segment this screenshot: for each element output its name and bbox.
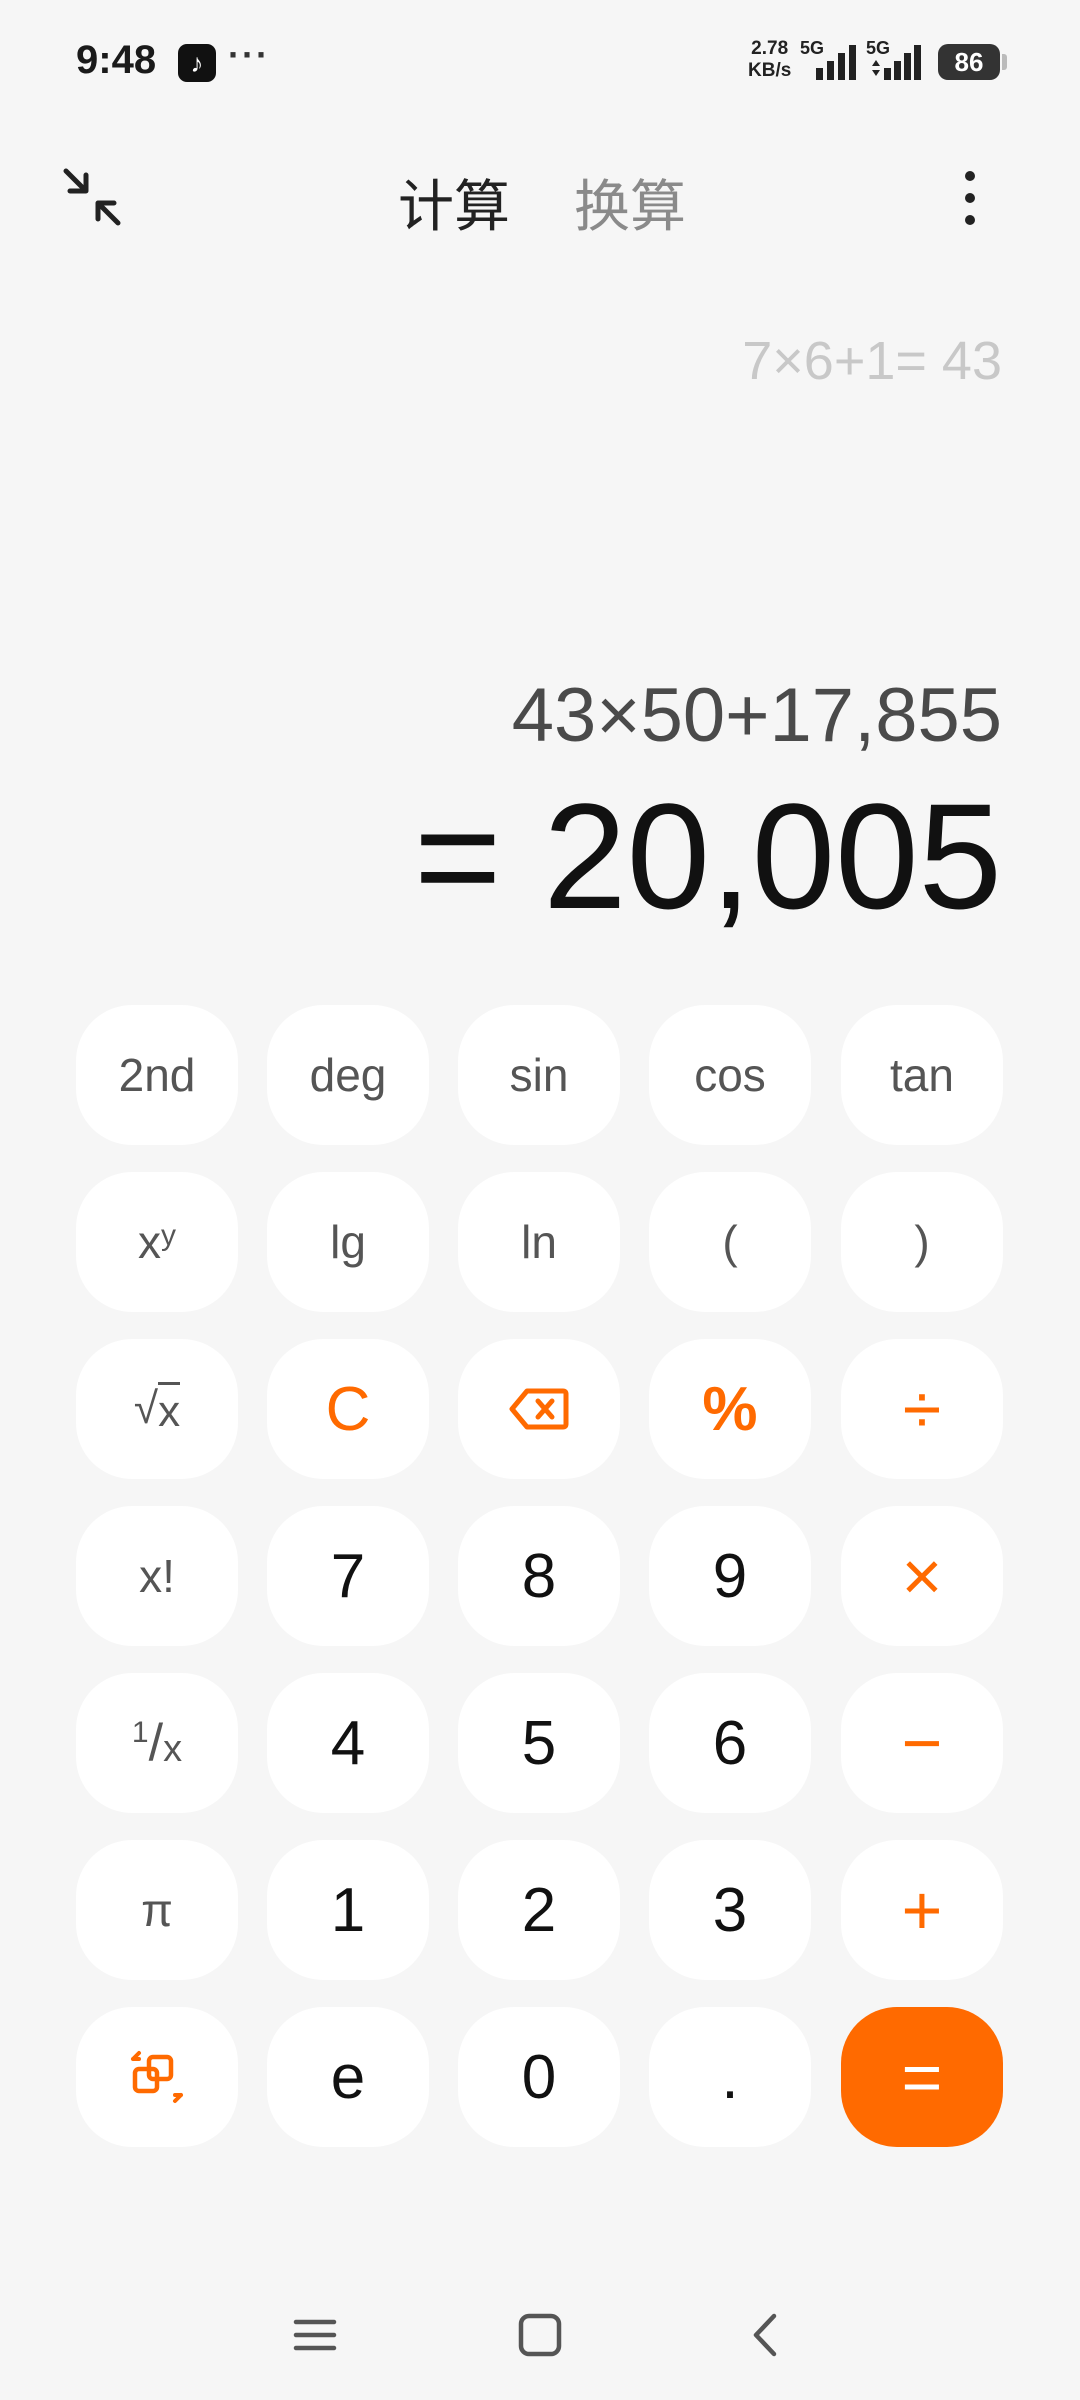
- keypad: 2nd deg sin cos tan xy lg ln ( ) √ x C % …: [76, 1005, 1004, 2147]
- key-0[interactable]: 0: [458, 2007, 620, 2147]
- status-time: 9:48: [76, 38, 157, 82]
- switch-layout-icon: [131, 2051, 183, 2103]
- back-icon[interactable]: [742, 2310, 792, 2360]
- key-left-paren[interactable]: (: [649, 1172, 811, 1312]
- battery-icon: 86: [938, 44, 1000, 80]
- key-power-exponent: y: [161, 1219, 176, 1252]
- key-tan[interactable]: tan: [841, 1005, 1003, 1145]
- key-4[interactable]: 4: [267, 1673, 429, 1813]
- network-speed-value: 2.78: [751, 38, 789, 59]
- key-reciprocal-slash: /: [148, 1714, 164, 1772]
- key-percent[interactable]: %: [649, 1339, 811, 1479]
- status-bar: 9:48 ♪ ··· 2.78 KB/s 5G 5G 86: [0, 0, 1080, 125]
- calculator-screen: 9:48 ♪ ··· 2.78 KB/s 5G 5G 86 计算 换算 7×6+…: [0, 0, 1080, 2400]
- key-sqrt-radical: √: [133, 1384, 159, 1433]
- tab-calculate[interactable]: 计算: [398, 162, 510, 243]
- key-minus[interactable]: −: [841, 1673, 1003, 1813]
- key-clear[interactable]: C: [267, 1339, 429, 1479]
- history-entry[interactable]: 7×6+1= 43: [742, 330, 1002, 392]
- result-display: = 20,005: [413, 772, 1002, 940]
- key-multiply[interactable]: ×: [841, 1506, 1003, 1646]
- key-e[interactable]: e: [267, 2007, 429, 2147]
- key-1[interactable]: 1: [267, 1840, 429, 1980]
- key-pi[interactable]: π: [76, 1840, 238, 1980]
- key-deg[interactable]: deg: [267, 1005, 429, 1145]
- key-9[interactable]: 9: [649, 1506, 811, 1646]
- key-6[interactable]: 6: [649, 1673, 811, 1813]
- key-reciprocal[interactable]: 1/x: [76, 1673, 238, 1813]
- key-5[interactable]: 5: [458, 1673, 620, 1813]
- key-decimal[interactable]: .: [649, 2007, 811, 2147]
- key-sin[interactable]: sin: [458, 1005, 620, 1145]
- signal-icon-2: [872, 45, 921, 80]
- key-power[interactable]: xy: [76, 1172, 238, 1312]
- key-backspace[interactable]: [458, 1339, 620, 1479]
- key-ln[interactable]: ln: [458, 1172, 620, 1312]
- home-icon[interactable]: [515, 2310, 565, 2360]
- network-speed: 2.78 KB/s: [748, 38, 791, 82]
- menu-icon[interactable]: [290, 2310, 340, 2360]
- key-7[interactable]: 7: [267, 1506, 429, 1646]
- key-reciprocal-numerator: 1: [131, 1716, 149, 1749]
- battery-tip: [1002, 54, 1007, 70]
- key-2nd[interactable]: 2nd: [76, 1005, 238, 1145]
- key-reciprocal-x: x: [163, 1727, 183, 1770]
- key-lg[interactable]: lg: [267, 1172, 429, 1312]
- key-switch-layout[interactable]: [76, 2007, 238, 2147]
- expression-display: 43×50+17,855: [511, 673, 1002, 758]
- backspace-icon: [509, 1388, 569, 1430]
- network-speed-unit: KB/s: [748, 60, 792, 81]
- signal-icon: [816, 45, 856, 80]
- key-cos[interactable]: cos: [649, 1005, 811, 1145]
- key-power-base: x: [138, 1216, 161, 1268]
- tiktok-icon: ♪: [178, 44, 216, 82]
- more-vertical-icon[interactable]: [950, 168, 990, 228]
- key-sqrt[interactable]: √ x: [76, 1339, 238, 1479]
- key-divide[interactable]: ÷: [841, 1339, 1003, 1479]
- key-8[interactable]: 8: [458, 1506, 620, 1646]
- navigation-bar: [0, 2300, 1080, 2370]
- key-right-paren[interactable]: ): [841, 1172, 1003, 1312]
- key-sqrt-x: x: [158, 1381, 181, 1437]
- tab-convert[interactable]: 换算: [574, 162, 686, 243]
- collapse-icon[interactable]: [60, 165, 126, 231]
- notification-more-icon: ···: [228, 34, 270, 75]
- key-plus[interactable]: +: [841, 1840, 1003, 1980]
- key-2[interactable]: 2: [458, 1840, 620, 1980]
- key-factorial[interactable]: x!: [76, 1506, 238, 1646]
- key-3[interactable]: 3: [649, 1840, 811, 1980]
- key-equals[interactable]: =: [841, 2007, 1003, 2147]
